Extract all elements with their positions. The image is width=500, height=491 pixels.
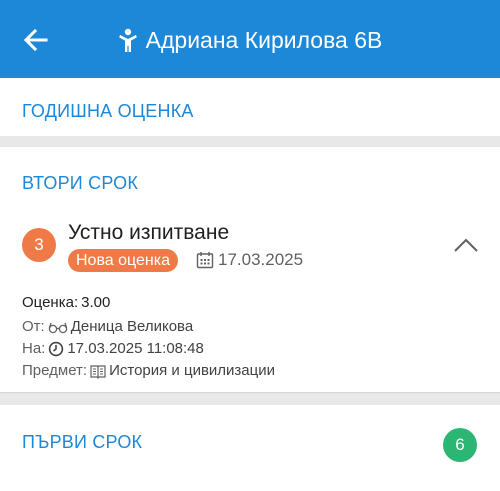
section-first-term[interactable]: ПЪРВИ СРОК (22, 432, 142, 453)
title-wrap: Адриана Кирилова 6В (0, 27, 500, 54)
detail-subject: Предмет: История и цивилизации (22, 362, 275, 379)
detail-subject-label: Предмет: (22, 362, 88, 379)
grade-date: 17.03.2025 (196, 250, 303, 270)
section-divider (0, 393, 500, 405)
child-icon (118, 28, 137, 52)
detail-datetime-label: На: (22, 340, 46, 357)
detail-datetime: На: 17.03.2025 11:08:48 (22, 340, 204, 357)
grade-title: Устно изпитване (68, 221, 230, 244)
detail-subject-name: История и цивилизации (109, 362, 275, 379)
page-title: Адриана Кирилова 6В (145, 27, 383, 53)
detail-grade-value: 3.00 (81, 294, 111, 311)
glasses-icon (48, 322, 67, 333)
detail-teacher: От: Деница Великова (22, 318, 193, 335)
section-second-term[interactable]: ВТОРИ СРОК (22, 173, 138, 194)
grade-date-text: 17.03.2025 (218, 250, 304, 269)
calendar-icon (196, 252, 214, 269)
detail-teacher-label: От: (22, 318, 45, 335)
detail-grade: Оценка: 3.00 (22, 294, 110, 311)
detail-datetime-value: 17.03.2025 11:08:48 (67, 340, 204, 357)
new-grade-badge: Нова оценка (68, 249, 178, 272)
detail-grade-label: Оценка: (22, 294, 79, 311)
app-bar: Адриана Кирилова 6В (0, 0, 500, 78)
first-term-count-badge: 6 (443, 428, 477, 462)
chevron-up-icon[interactable] (452, 236, 480, 254)
section-divider (0, 136, 500, 147)
clock-icon (49, 341, 64, 356)
detail-teacher-name: Деница Великова (70, 318, 194, 335)
section-annual-grade[interactable]: ГОДИШНА ОЦЕНКА (22, 101, 194, 122)
grade-value-circle: 3 (22, 228, 56, 262)
book-icon (90, 364, 106, 379)
